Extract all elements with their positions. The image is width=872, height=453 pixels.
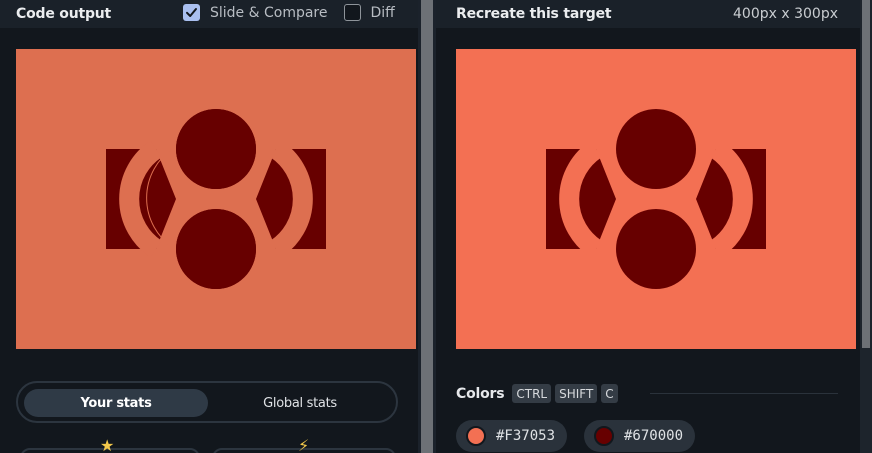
checkmark-icon bbox=[186, 8, 197, 17]
target-title: Recreate this target bbox=[456, 6, 612, 22]
star-icon: ★ bbox=[100, 436, 115, 453]
tab-your-stats[interactable]: Your stats bbox=[24, 389, 208, 417]
stats-toggle: Your stats Global stats bbox=[16, 381, 398, 423]
colors-label: Colors bbox=[456, 385, 505, 402]
kbd-shift: SHIFT bbox=[555, 384, 598, 403]
target-shape-art bbox=[546, 109, 766, 289]
lightning-icon: ⚡ bbox=[298, 436, 310, 453]
target-canvas[interactable] bbox=[456, 49, 856, 349]
output-shape-art bbox=[106, 109, 326, 289]
kbd-c: C bbox=[601, 384, 618, 403]
target-dimensions: 400px x 300px bbox=[733, 6, 838, 22]
kbd-ctrl: CTRL bbox=[512, 384, 552, 403]
top-circle-shape bbox=[616, 109, 696, 189]
target-scrollbar[interactable] bbox=[860, 0, 872, 453]
view-controls: Slide & Compare Diff bbox=[183, 4, 401, 21]
code-output-canvas[interactable] bbox=[16, 49, 416, 349]
scrollbar-thumb[interactable] bbox=[862, 0, 870, 348]
target-header: Recreate this target 400px x 300px bbox=[436, 0, 860, 28]
slide-compare-label[interactable]: Slide & Compare bbox=[210, 5, 328, 21]
swatch-dot bbox=[594, 426, 614, 446]
diff-label[interactable]: Diff bbox=[371, 5, 395, 21]
panel-divider[interactable] bbox=[418, 0, 436, 453]
diff-checkbox[interactable] bbox=[343, 4, 361, 21]
colors-divider bbox=[650, 393, 838, 394]
colors-header: Colors CTRL SHIFT C bbox=[456, 384, 622, 403]
color-swatch-1[interactable]: #F37053 bbox=[456, 420, 568, 452]
swatch-hex: #670000 bbox=[624, 428, 684, 444]
code-output-panel: Code output Slide & Compare Diff Your st… bbox=[0, 0, 418, 453]
slide-compare-checkbox[interactable] bbox=[183, 4, 200, 21]
code-output-title: Code output bbox=[16, 6, 112, 22]
bottom-circle-shape bbox=[616, 209, 696, 289]
swatch-hex: #F37053 bbox=[496, 428, 556, 444]
tab-global-stats[interactable]: Global stats bbox=[218, 389, 382, 417]
divider-handle[interactable] bbox=[421, 0, 433, 453]
color-swatch-2[interactable]: #670000 bbox=[584, 420, 696, 452]
target-panel: Recreate this target 400px x 300px Color… bbox=[436, 0, 872, 453]
swatch-dot bbox=[466, 426, 486, 446]
